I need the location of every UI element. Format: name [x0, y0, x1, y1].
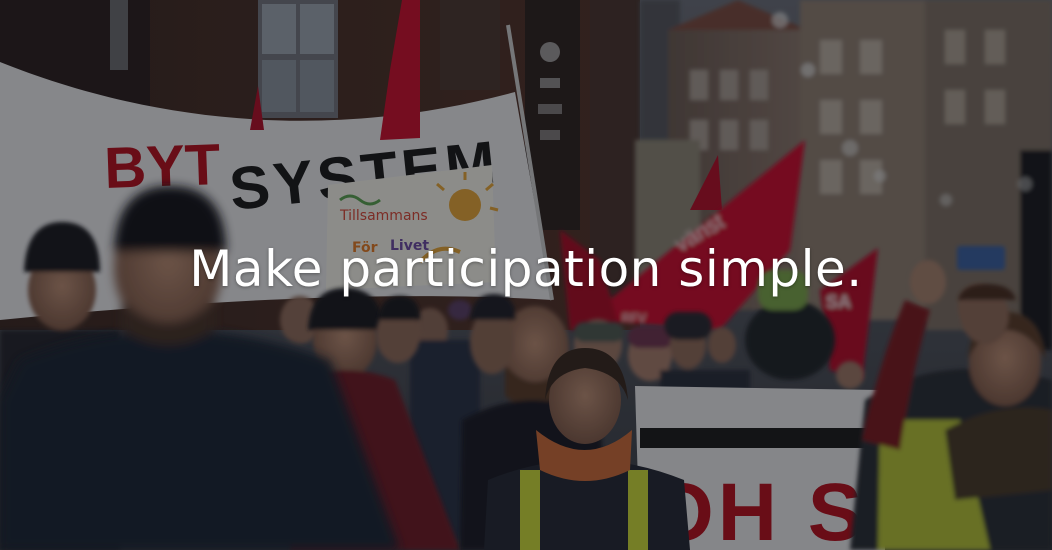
hero-headline: Make participation simple. [189, 240, 863, 298]
hero-section: BYT SYSTEM Tillsammans För Livet vänst S… [0, 0, 1052, 550]
